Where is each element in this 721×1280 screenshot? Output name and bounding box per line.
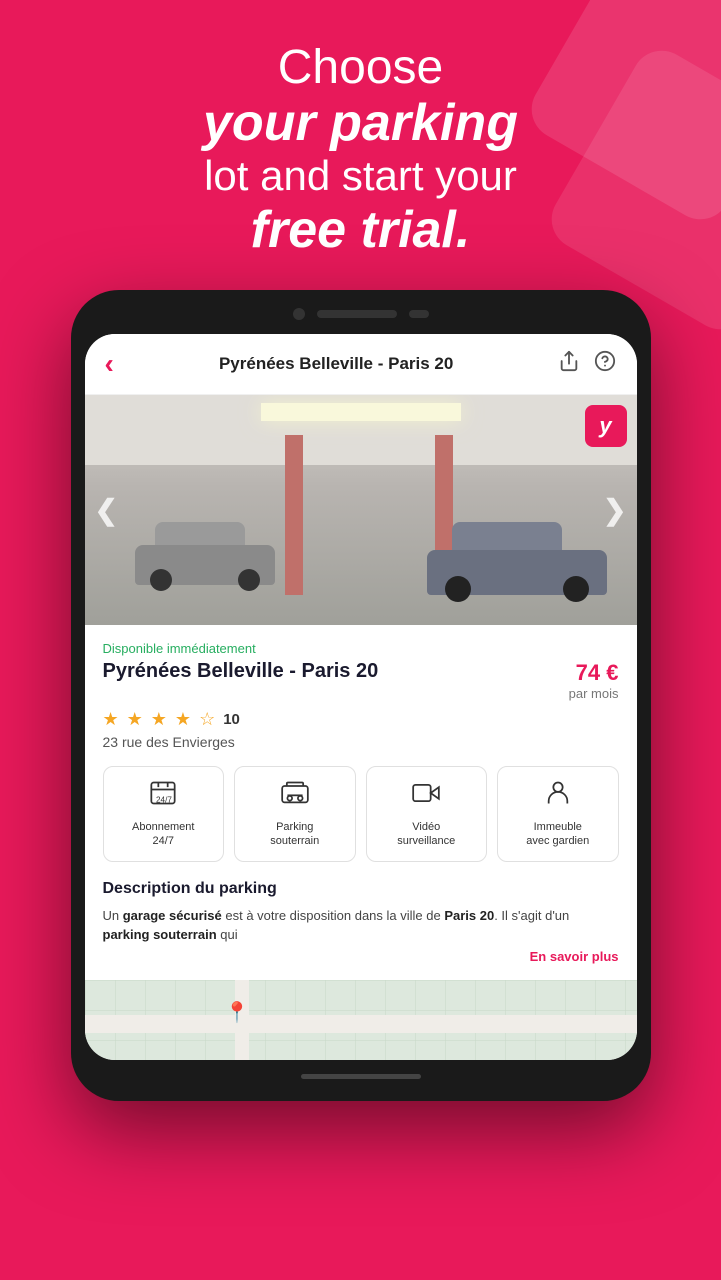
star-4: ★ — [175, 709, 191, 730]
phone-frame: ‹ Pyrénées Belleville - Paris 20 — [71, 290, 651, 1101]
phone-bottom-bar — [85, 1074, 637, 1079]
phone-camera — [293, 308, 305, 320]
hero-section: Choose your parking lot and start your f… — [0, 0, 721, 290]
phone-top-bar — [85, 308, 637, 320]
subscription-icon: 24/7 — [149, 779, 177, 814]
image-prev-button[interactable]: ❮ — [95, 494, 118, 527]
garage-interior — [85, 395, 637, 625]
features-row: 24/7 Abonnement24/7 — [103, 766, 619, 862]
hero-line1: Choose — [60, 40, 661, 95]
parking-name: Pyrénées Belleville - Paris 20 — [103, 660, 569, 683]
help-button[interactable] — [594, 350, 616, 378]
parking-image-area: y ❮ ❯ — [85, 395, 637, 625]
star-3: ★ — [151, 709, 167, 730]
feature-underground: Parkingsouterrain — [234, 766, 356, 862]
feature-label-subscription: Abonnement24/7 — [132, 820, 194, 849]
back-button[interactable]: ‹ — [105, 348, 114, 380]
feature-label-underground: Parkingsouterrain — [270, 820, 319, 849]
price-block: 74 € par mois — [569, 660, 619, 701]
car-2 — [427, 530, 607, 595]
app-header: ‹ Pyrénées Belleville - Paris 20 — [85, 334, 637, 395]
price-amount: 74 € — [576, 660, 619, 685]
feature-label-guardian: Immeubleavec gardien — [526, 820, 589, 849]
star-half: ☆ — [199, 709, 215, 730]
home-indicator — [301, 1074, 421, 1079]
star-1: ★ — [103, 709, 119, 730]
phone-screen: ‹ Pyrénées Belleville - Paris 20 — [85, 334, 637, 1060]
image-next-button[interactable]: ❯ — [603, 494, 626, 527]
underground-icon — [281, 779, 309, 814]
phone-speaker — [317, 310, 397, 318]
map-road-horizontal — [85, 1015, 637, 1033]
rating-row: ★ ★ ★ ★ ☆ 10 — [103, 709, 619, 730]
hero-line4: free trial. — [60, 200, 661, 260]
hero-line2: your parking — [60, 95, 661, 152]
parking-title-row: Pyrénées Belleville - Paris 20 74 € par … — [103, 660, 619, 701]
parking-details: Disponible immédiatement Pyrénées Bellev… — [85, 625, 637, 980]
star-2: ★ — [127, 709, 143, 730]
hero-line3: lot and start your — [60, 152, 661, 200]
feature-subscription: 24/7 Abonnement24/7 — [103, 766, 225, 862]
garage-pillar-1 — [285, 435, 303, 595]
price-unit: par mois — [569, 686, 619, 701]
header-title: Pyrénées Belleville - Paris 20 — [219, 354, 453, 374]
header-actions — [558, 350, 616, 378]
share-button[interactable] — [558, 350, 580, 378]
garage-light — [261, 403, 461, 421]
feature-label-video: Vidéosurveillance — [397, 820, 455, 849]
description-text: Un garage sécurisé est à votre dispositi… — [103, 906, 619, 945]
guardian-icon — [544, 779, 572, 814]
map-marker-icon: 📍 — [225, 1000, 250, 1025]
feature-guardian: Immeubleavec gardien — [497, 766, 619, 862]
video-icon — [412, 779, 440, 814]
parking-address: 23 rue des Envierges — [103, 734, 619, 750]
read-more-link[interactable]: En savoir plus — [103, 949, 619, 964]
phone-mockup: ‹ Pyrénées Belleville - Paris 20 — [71, 290, 651, 1101]
availability-badge: Disponible immédiatement — [103, 641, 619, 656]
map-preview[interactable]: 📍 — [85, 980, 637, 1060]
parking-logo: y — [585, 405, 627, 447]
svg-text:24/7: 24/7 — [156, 795, 172, 804]
feature-video: Vidéosurveillance — [366, 766, 488, 862]
car-1 — [135, 530, 275, 585]
rating-count: 10 — [223, 711, 240, 728]
description-title: Description du parking — [103, 880, 619, 898]
phone-sensor — [409, 310, 429, 318]
